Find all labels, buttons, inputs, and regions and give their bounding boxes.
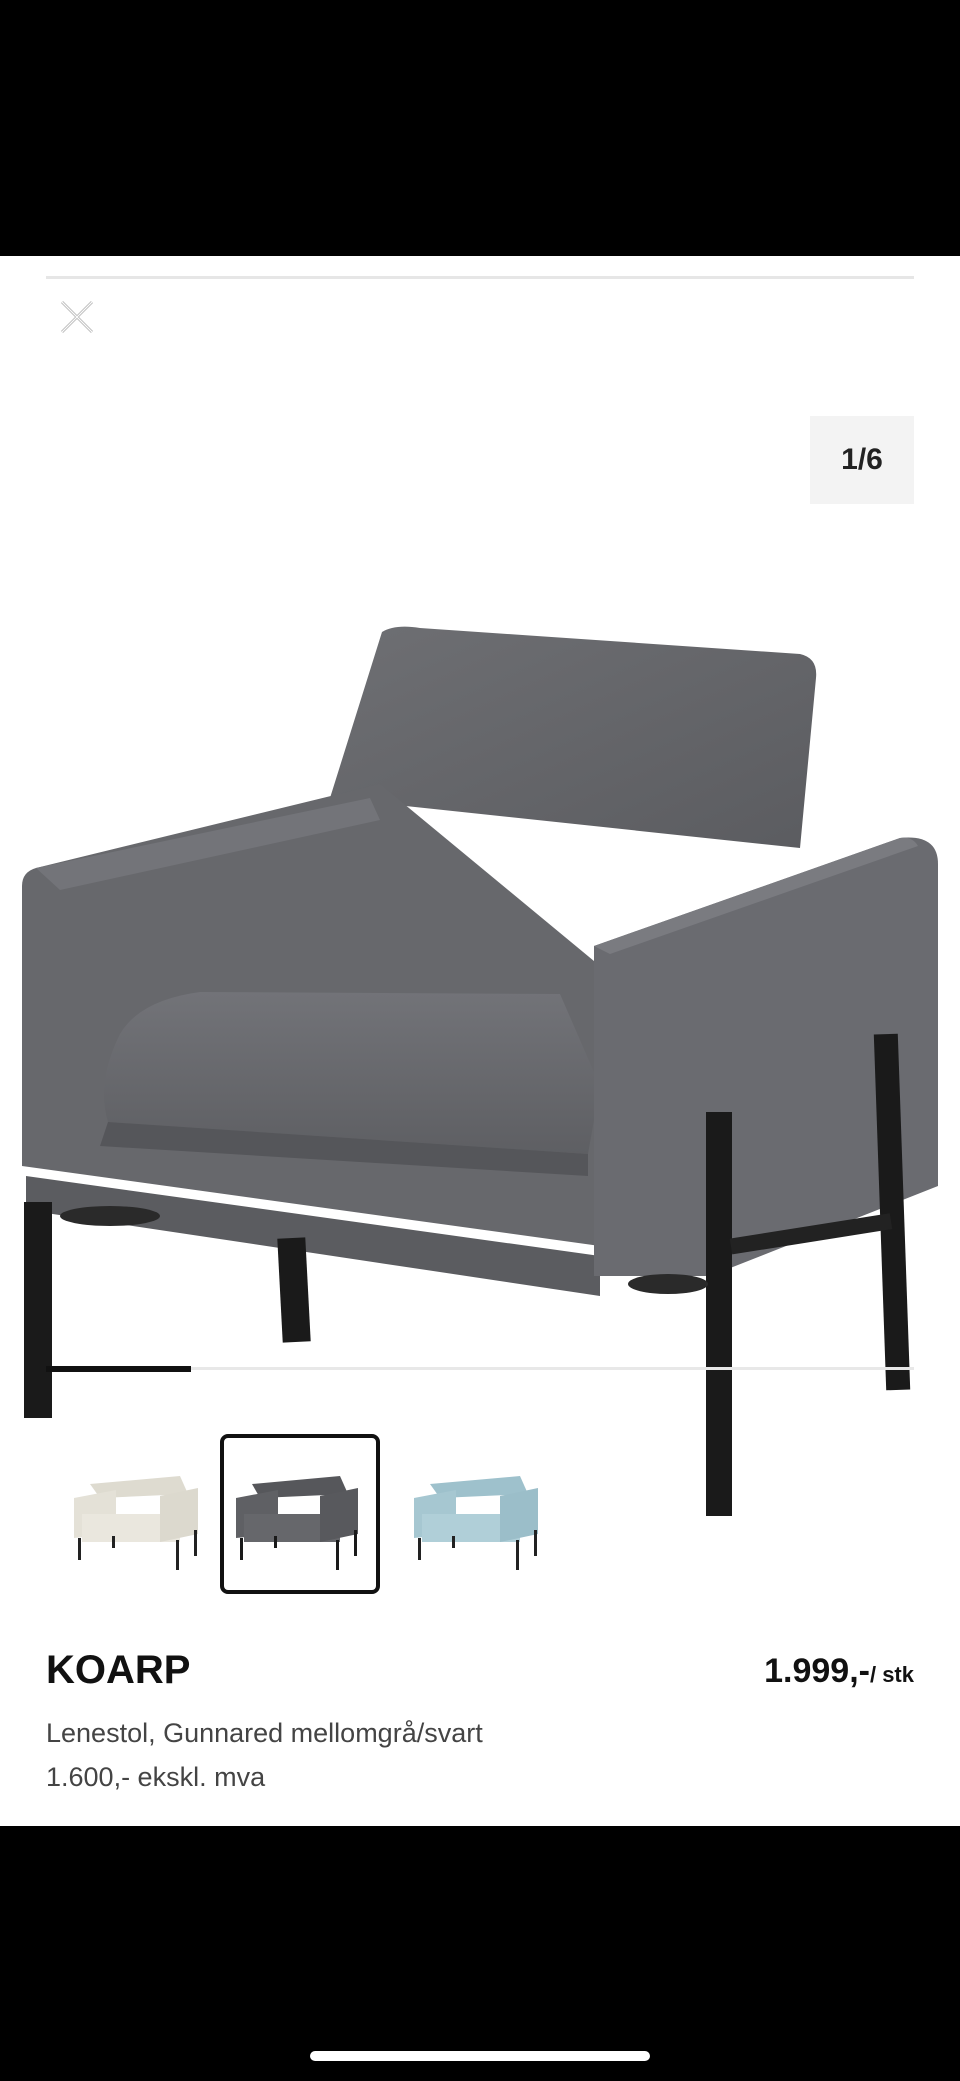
close-icon[interactable]	[52, 292, 102, 342]
price-excl-vat: 1.600,- ekskl. mva	[46, 1762, 266, 1792]
home-indicator[interactable]	[310, 2051, 650, 2061]
bottom-area	[0, 1826, 960, 2081]
product-sheet: 1/6 KOARP 1.999,-/ stk Lenestol, Gunnare…	[0, 256, 960, 1826]
product-price: 1.999,-/ stk	[764, 1652, 914, 1691]
sheet-top-divider	[46, 276, 914, 279]
status-bar-area	[0, 0, 960, 256]
price-value: 1.999,-	[764, 1652, 870, 1690]
product-description: Lenestol, Gunnared mellomgrå/svart	[46, 1718, 483, 1748]
product-name: KOARP	[46, 1648, 191, 1692]
price-unit: / stk	[869, 1662, 914, 1687]
variant-thumbnail-grey[interactable]	[220, 1434, 380, 1594]
variant-thumbnail-light-blue[interactable]	[400, 1434, 560, 1594]
variant-thumbnail-beige[interactable]	[60, 1434, 220, 1594]
carousel-progress-indicator	[46, 1366, 191, 1372]
image-counter: 1/6	[810, 416, 914, 504]
